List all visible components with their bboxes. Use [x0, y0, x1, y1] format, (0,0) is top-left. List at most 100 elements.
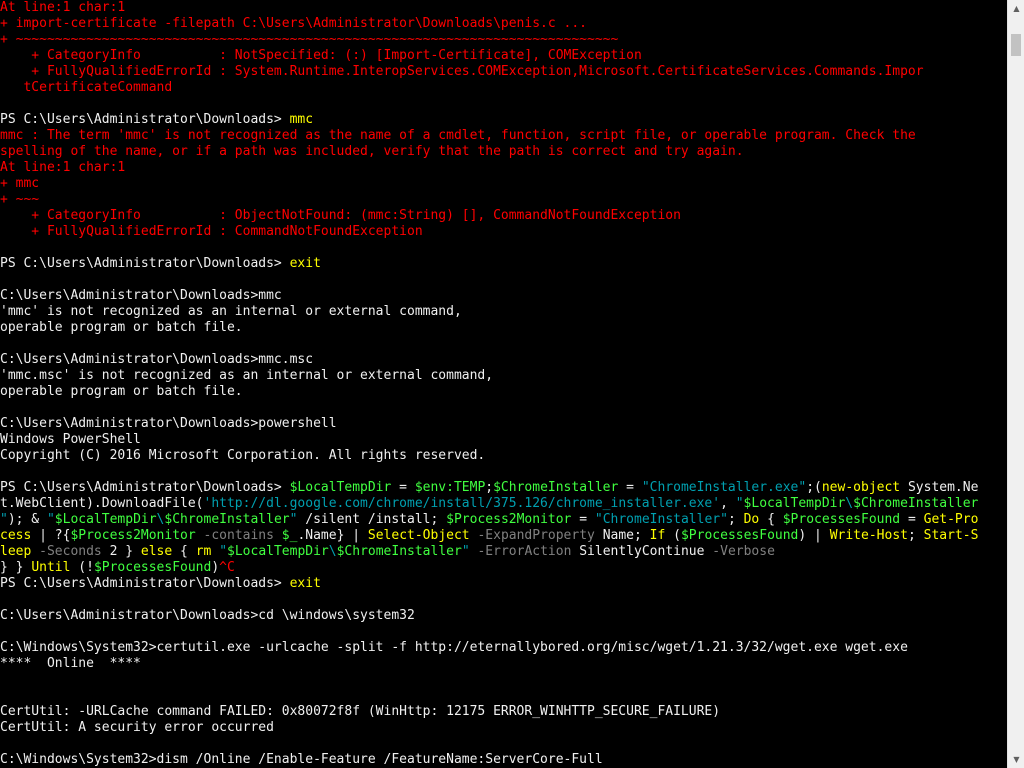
console-text-segment: $Process2Monitor [446, 512, 572, 527]
console-text-segment: At line:1 char:1 [0, 160, 126, 175]
console-text-segment: + ~~~~~~~~~~~~~~~~~~~~~~~~~~~~~~~~~~~~~~… [0, 32, 619, 47]
console-text-segment: C:\Users\Administrator\Downloads>cd \win… [0, 608, 415, 623]
console-text-segment: spelling of the name, or if a path was i… [0, 144, 744, 159]
console-text-segment: Until [31, 560, 71, 575]
console-text-segment: $_ [281, 528, 298, 543]
console-text-segment: Select-Object [367, 528, 470, 543]
console-line: cess | ?{$Process2Monitor -contains $_.N… [0, 528, 1007, 544]
console-text-segment: } } [0, 560, 32, 575]
console-line: operable program or batch file. [0, 384, 1007, 400]
console-text-segment: ) | [798, 528, 830, 543]
console-text-segment: " [0, 512, 8, 527]
console-line: + ~~~ [0, 192, 1007, 208]
console-text-segment: + CategoryInfo : NotSpecified: (:) [Impo… [0, 48, 642, 63]
console-text-segment: System.Ne [900, 480, 979, 495]
console-text-segment: + import-certificate -filepath C:\Users\… [0, 16, 587, 31]
console-text-segment: -contains [195, 528, 282, 543]
console-line: + import-certificate -filepath C:\Users\… [0, 16, 1007, 32]
console-text-segment: Copyright (C) 2016 Microsoft Corporation… [0, 448, 486, 463]
console-text-segment: ; [485, 480, 494, 495]
console-text-segment: exit [289, 256, 321, 271]
console-text-segment: mmc : The term 'mmc' is not recognized a… [0, 128, 916, 143]
console-line: tCertificateCommand [0, 80, 1007, 96]
console-text-segment: \ [328, 544, 337, 559]
console-text-segment: -ErrorAction [469, 544, 580, 559]
console-line: At line:1 char:1 [0, 160, 1007, 176]
console-text-segment: C:\Users\Administrator\Downloads>mmc.msc [0, 352, 314, 367]
console-text-segment: 2 } [109, 544, 141, 559]
console-line: t.WebClient).DownloadFile('http://dl.goo… [0, 496, 1007, 512]
console-line: + CategoryInfo : ObjectNotFound: (mmc:St… [0, 208, 1007, 224]
console-text-segment: Windows PowerShell [0, 432, 141, 447]
vertical-scrollbar[interactable]: ▲ ▼ [1007, 0, 1024, 768]
console-text-segment: \ [845, 496, 854, 511]
console-line: PS C:\Users\Administrator\Downloads> mmc [0, 112, 1007, 128]
console-text-segment: Do [743, 512, 760, 527]
console-line: operable program or batch file. [0, 320, 1007, 336]
console-text-segment: new-object [821, 480, 901, 495]
console-text-segment: + ~~~ [0, 192, 40, 207]
console-text-segment: $ProcessesFound [680, 528, 799, 543]
scroll-up-arrow-icon[interactable]: ▲ [1008, 0, 1024, 17]
console-line: C:\Users\Administrator\Downloads>mmc [0, 288, 1007, 304]
console-line: Copyright (C) 2016 Microsoft Corporation… [0, 448, 1007, 464]
console-text-segment: 'mmc.msc' is not recognized as an intern… [0, 368, 494, 383]
console-line: C:\Users\Administrator\Downloads>mmc.msc [0, 352, 1007, 368]
console-line: mmc : The term 'mmc' is not recognized a… [0, 128, 1007, 144]
console-line: C:\Windows\System32>dism /Online /Enable… [0, 752, 1007, 768]
console-text-segment: tCertificateCommand [0, 80, 173, 95]
console-text-segment: .Name} | [297, 528, 368, 543]
console-text-segment: PS C:\Users\Administrator\Downloads> [0, 480, 290, 495]
console-text-segment: C:\Users\Administrator\Downloads>mmc [0, 288, 282, 303]
console-window[interactable]: At line:1 char:1 + import-certificate -fi… [0, 0, 1007, 768]
console-line: C:\Users\Administrator\Downloads>powersh… [0, 416, 1007, 432]
console-text-segment: $ChromeInstaller [336, 544, 462, 559]
console-line: "); & "$LocalTempDir\$ChromeInstaller" /… [0, 512, 1007, 528]
console-text-segment: CertUtil: A security error occurred [0, 720, 274, 735]
console-text-segment: { [759, 512, 783, 527]
console-text-segment: 'http://dl.google.com/chrome/install/375… [203, 496, 721, 511]
console-text-segment: + FullyQualifiedErrorId : System.Runtime… [0, 64, 924, 79]
console-text-segment: -ExpandProperty [469, 528, 603, 543]
console-text-segment: **** Online **** [0, 656, 141, 671]
console-text-segment: $ChromeInstaller [493, 480, 619, 495]
console-line: CertUtil: -URLCache command FAILED: 0x80… [0, 704, 1007, 720]
console-text-segment: = [618, 480, 642, 495]
console-text-segment: exit [289, 576, 321, 591]
console-line: Windows PowerShell [0, 432, 1007, 448]
console-text-segment: /silent /install; [297, 512, 447, 527]
console-line: + mmc [0, 176, 1007, 192]
console-line: C:\Windows\System32>certutil.exe -urlcac… [0, 640, 1007, 656]
console-text-segment: leep [0, 544, 32, 559]
console-text-segment: cess [0, 528, 32, 543]
console-text-segment: (! [70, 560, 94, 575]
console-text-segment: + FullyQualifiedErrorId : CommandNotFoun… [0, 224, 423, 239]
console-line: } } Until (!$ProcessesFound)^C [0, 560, 1007, 576]
console-text-segment: $Process2Monitor [70, 528, 196, 543]
scrollbar-thumb[interactable] [1011, 34, 1021, 56]
scroll-down-arrow-icon[interactable]: ▼ [1008, 751, 1024, 768]
console-text-segment: $LocalTempDir [227, 544, 329, 559]
console-text-segment: ) [211, 560, 220, 575]
console-text-segment: $LocalTempDir [289, 480, 392, 495]
console-text-segment: Write-Host [829, 528, 908, 543]
console-line: spelling of the name, or if a path was i… [0, 144, 1007, 160]
console-text-segment: = [391, 480, 415, 495]
console-text-segment: ); & [7, 512, 47, 527]
console-text-segment: $ProcessesFound [93, 560, 212, 575]
console-text-segment: operable program or batch file. [0, 384, 243, 399]
console-text-segment: ^C [219, 560, 235, 575]
console-text-segment: At line:1 char:1 [0, 0, 126, 15]
console-line: **** Online **** [0, 656, 1007, 672]
console-text-segment: rm [195, 544, 212, 559]
console-text-segment: $LocalTempDir [743, 496, 846, 511]
console-text-segment: + CategoryInfo : ObjectNotFound: (mmc:St… [0, 208, 681, 223]
console-text-segment: SilentlyContinue [579, 544, 713, 559]
